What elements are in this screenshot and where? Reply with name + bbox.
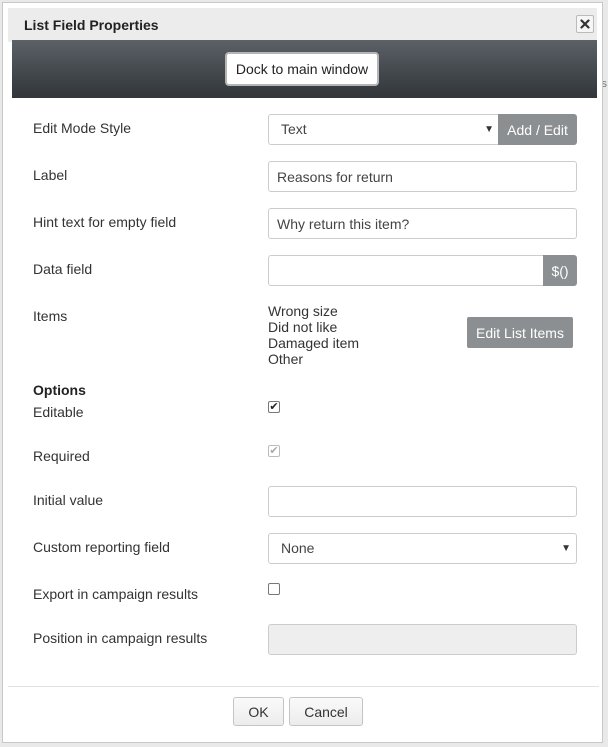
label-input[interactable] — [268, 161, 577, 192]
export-in-campaign-results-checkbox[interactable] — [268, 583, 280, 595]
variable-picker-button[interactable]: $() — [543, 255, 577, 286]
dialog-titlebar[interactable]: List Field Properties — [8, 8, 597, 42]
ok-button[interactable]: OK — [233, 697, 284, 726]
export-in-campaign-results-label: Export in campaign results — [33, 586, 198, 602]
hint-text-input[interactable] — [268, 208, 577, 239]
required-checkbox[interactable]: ✔ — [268, 445, 280, 457]
custom-reporting-field-value: None — [281, 540, 315, 556]
add-edit-button[interactable]: Add / Edit — [498, 114, 577, 145]
edit-list-items-button[interactable]: Edit List Items — [467, 317, 573, 348]
dock-toolbar: Dock to main window — [12, 40, 597, 98]
list-item: Wrong size — [268, 303, 338, 319]
initial-value-label: Initial value — [33, 492, 104, 508]
close-button[interactable] — [576, 15, 594, 33]
list-item: Damaged item — [268, 335, 360, 351]
editable-label: Editable — [33, 404, 84, 420]
footer-divider — [8, 686, 599, 687]
initial-value-input[interactable] — [268, 486, 577, 517]
custom-reporting-field-select[interactable]: None ▼ — [268, 533, 577, 564]
data-field-input[interactable] — [268, 255, 544, 286]
list-field-properties-dialog: List Field Properties Dock to main windo… — [2, 2, 603, 743]
position-in-campaign-results-input — [268, 624, 577, 655]
required-label: Required — [33, 448, 90, 464]
edit-mode-style-label: Edit Mode Style — [33, 120, 132, 136]
list-item: Other — [268, 351, 304, 367]
editable-checkbox[interactable]: ✔ — [268, 401, 280, 413]
close-icon — [580, 19, 590, 29]
hint-text-label: Hint text for empty field — [33, 214, 177, 230]
dialog-title: List Field Properties — [24, 17, 159, 33]
data-field-label: Data field — [33, 261, 93, 277]
items-label: Items — [33, 308, 68, 324]
position-in-campaign-results-label: Position in campaign results — [33, 630, 208, 646]
options-heading: Options — [33, 382, 86, 398]
dropdown-arrow-icon: ▼ — [561, 543, 571, 554]
list-item: Did not like — [268, 319, 338, 335]
edit-mode-style-select[interactable]: Text ▼ — [268, 114, 500, 145]
custom-reporting-field-label: Custom reporting field — [33, 539, 170, 555]
label-field-label: Label — [33, 167, 68, 183]
dock-to-main-window-button[interactable]: Dock to main window — [225, 52, 379, 86]
cancel-button[interactable]: Cancel — [289, 697, 363, 726]
dropdown-arrow-icon: ▼ — [484, 124, 494, 135]
items-list: Wrong size Did not like Damaged item Oth… — [268, 303, 359, 367]
edit-mode-style-value: Text — [281, 121, 307, 137]
